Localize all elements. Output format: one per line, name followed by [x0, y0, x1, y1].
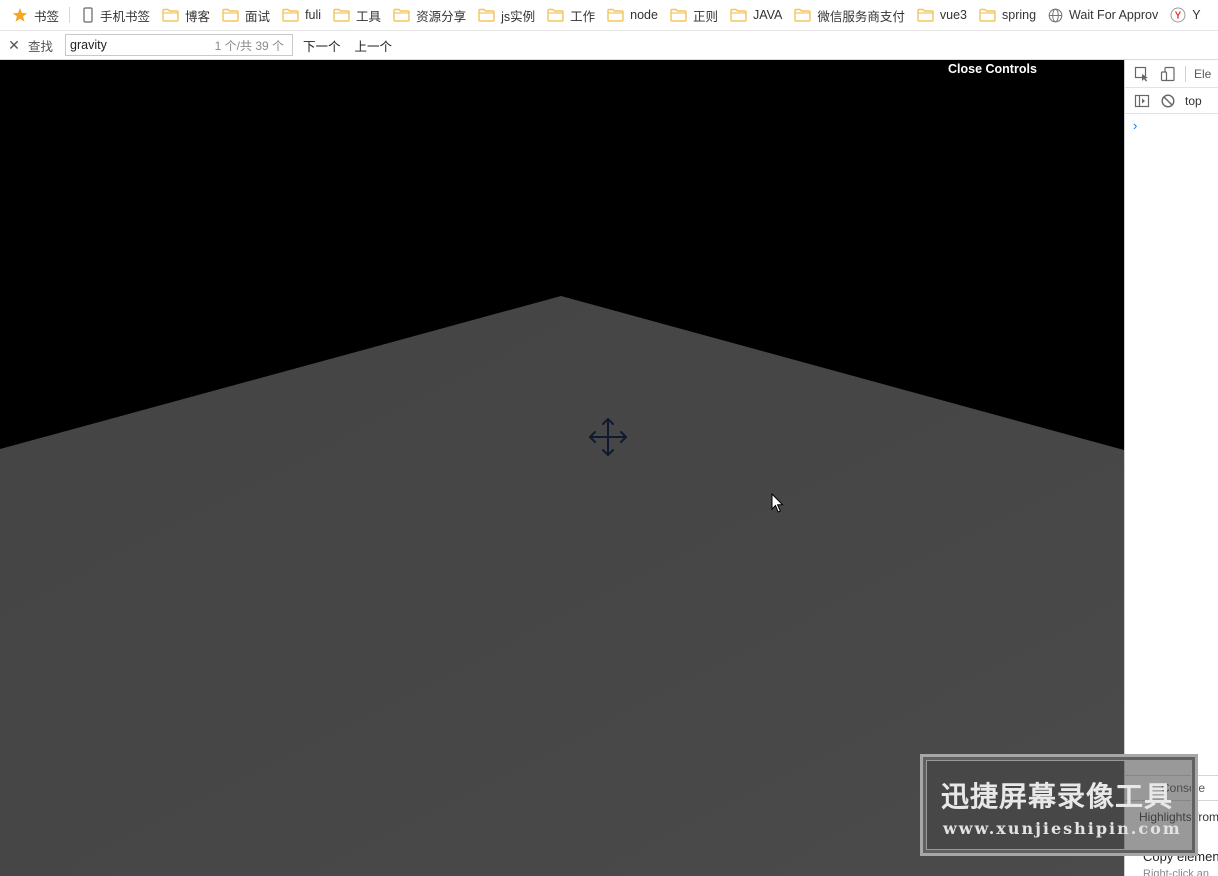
- find-label: 查找: [28, 39, 54, 54]
- bookmark-label: 微信服务商支付: [817, 9, 905, 24]
- context-selector[interactable]: top: [1185, 94, 1202, 108]
- find-match-count: 1 个/共 39 个: [214, 38, 285, 53]
- recorder-watermark: 迅捷屏幕录像工具 www.xunjieshipin.com: [920, 754, 1198, 856]
- folder-icon: [162, 8, 179, 22]
- console-toolbar: top: [1125, 88, 1218, 114]
- globe-icon: [1048, 8, 1063, 23]
- bookmark-item[interactable]: 工作: [541, 0, 601, 30]
- toolbar-divider: [1185, 65, 1186, 82]
- sidebar-toggle-icon[interactable]: [1133, 92, 1151, 110]
- bookmark-label: JAVA: [752, 8, 783, 22]
- folder-icon: [478, 8, 495, 22]
- bookmark-item[interactable]: 面试: [216, 0, 276, 30]
- bookmark-label: 手机书签: [100, 9, 151, 24]
- bookmark-label: js实例: [501, 9, 536, 24]
- find-close-button[interactable]: ✕: [0, 31, 28, 60]
- bookmark-label: 面试: [245, 9, 271, 24]
- bookmarks-divider: [69, 7, 71, 23]
- bookmark-item[interactable]: fuli: [276, 0, 327, 30]
- find-prev-button[interactable]: 上一个: [355, 36, 393, 55]
- bookmark-label: 工作: [570, 9, 596, 24]
- bookmark-item[interactable]: 资源分享: [387, 0, 472, 30]
- devtools-toolbar: Ele: [1125, 60, 1218, 88]
- bookmark-label: 工具: [356, 9, 382, 24]
- bookmark-item[interactable]: vue3: [911, 0, 973, 30]
- folder-icon: [222, 8, 239, 22]
- star-icon: [12, 7, 28, 23]
- folder-icon: [730, 8, 747, 22]
- close-controls-button[interactable]: Close Controls: [944, 62, 1041, 76]
- find-next-button[interactable]: 下一个: [303, 36, 341, 55]
- bookmark-item[interactable]: YY: [1164, 0, 1206, 30]
- bookmark-label: Wait For Approv: [1069, 8, 1159, 22]
- mouse-cursor-icon: [771, 493, 784, 513]
- tab-elements[interactable]: Ele: [1194, 67, 1211, 81]
- folder-icon: [547, 8, 564, 22]
- folder-icon: [282, 8, 299, 22]
- folder-icon: [794, 8, 812, 22]
- bookmark-item[interactable]: Wait For Approv: [1042, 0, 1164, 30]
- folder-icon: [607, 8, 624, 22]
- bookmark-item[interactable]: 正则: [664, 0, 724, 30]
- bookmark-label: vue3: [939, 8, 967, 22]
- bookmark-item[interactable]: node: [601, 0, 664, 30]
- bookmark-label: 资源分享: [416, 9, 467, 24]
- inspect-element-icon[interactable]: [1133, 65, 1151, 83]
- bookmark-item[interactable]: 工具: [327, 0, 387, 30]
- close-icon: ✕: [8, 36, 20, 53]
- bookmark-label: 书签: [34, 9, 60, 24]
- bookmark-item[interactable]: spring: [973, 0, 1042, 30]
- watermark-title: 迅捷屏幕录像工具: [941, 780, 1174, 813]
- bookmark-label: fuli: [305, 8, 322, 22]
- bookmark-item[interactable]: 微信服务商支付: [788, 0, 911, 30]
- bookmark-item[interactable]: js实例: [472, 0, 541, 30]
- bookmarks-bar: 书签 手机书签 博客 面试 fuli 工具 资源分享 js实例 工作 node 正则 JAVA 微信服务…: [0, 0, 1218, 31]
- watermark-url: www.xunjieshipin.com: [943, 819, 1182, 838]
- bookmark-item[interactable]: 博客: [156, 0, 216, 30]
- bookmark-label: spring: [1002, 8, 1037, 22]
- phone-icon: [82, 7, 94, 23]
- find-bar: ✕ 查找 1 个/共 39 个 下一个 上一个: [0, 31, 1218, 60]
- folder-icon: [917, 8, 934, 22]
- bookmark-label: node: [630, 8, 658, 22]
- folder-icon: [333, 8, 350, 22]
- folder-icon: [393, 8, 410, 22]
- folder-icon: [979, 8, 996, 22]
- folder-icon: [670, 8, 687, 22]
- tip-right-click: Right-click an: [1143, 868, 1210, 876]
- bookmark-item[interactable]: JAVA: [724, 0, 788, 30]
- bookmark-label: 博客: [185, 9, 211, 24]
- console-prompt-icon[interactable]: ›: [1133, 118, 1137, 133]
- bookmark-label: 正则: [692, 9, 718, 24]
- bookmark-item[interactable]: 手机书签: [76, 0, 156, 30]
- bookmark-item[interactable]: 书签: [0, 0, 65, 30]
- move-icon: [589, 418, 627, 456]
- device-toolbar-icon[interactable]: [1159, 65, 1177, 83]
- yandex-icon: Y: [1170, 7, 1186, 23]
- find-input[interactable]: [70, 38, 201, 52]
- svg-text:Y: Y: [1175, 11, 1182, 22]
- bookmark-label: Y: [1192, 8, 1201, 22]
- clear-console-icon[interactable]: [1159, 92, 1177, 110]
- find-field: 1 个/共 39 个: [65, 34, 294, 56]
